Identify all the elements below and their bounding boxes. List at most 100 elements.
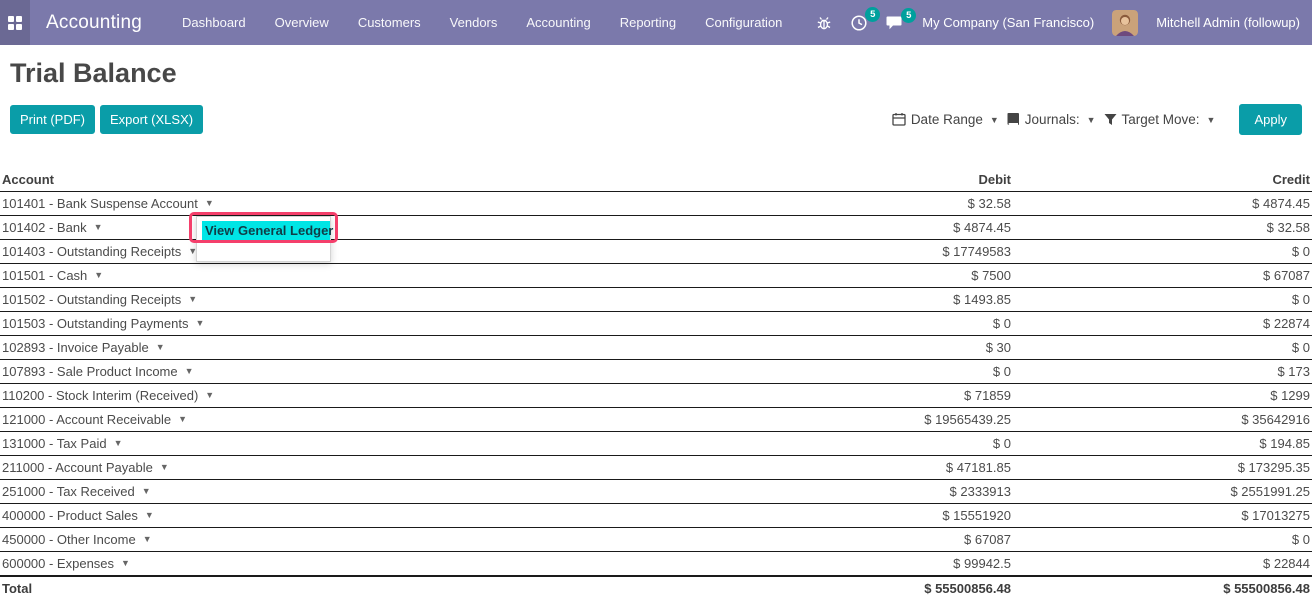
debug-bug-icon[interactable]	[816, 15, 832, 31]
journal-book-icon	[1007, 112, 1020, 126]
caret-down-icon: ▼	[159, 462, 169, 472]
table-row: 211000 - Account Payable ▼ $ 47181.85 $ …	[0, 455, 1312, 480]
table-row: 101502 - Outstanding Receipts ▼ $ 1493.8…	[0, 287, 1312, 312]
menu-item[interactable]: Overview	[275, 15, 329, 30]
account-dropdown-toggle[interactable]: 101503 - Outstanding Payments ▼	[2, 315, 204, 332]
credit-value: $ 22844	[1013, 551, 1312, 577]
activities-clock-icon[interactable]: 5	[850, 6, 881, 32]
account-name: 101502 - Outstanding Receipts	[2, 292, 182, 307]
table-row: 251000 - Tax Received ▼ $ 2333913 $ 2551…	[0, 479, 1312, 504]
debit-value: $ 0	[713, 431, 1013, 456]
credit-value: $ 173	[1013, 359, 1312, 384]
apply-button[interactable]: Apply	[1239, 103, 1302, 135]
total-label: Total	[0, 575, 713, 600]
debit-value: $ 71859	[713, 383, 1013, 408]
account-dropdown-toggle[interactable]: 101502 - Outstanding Receipts ▼	[2, 291, 197, 308]
credit-value: $ 17013275	[1013, 503, 1312, 528]
app-brand-title[interactable]: Accounting	[46, 12, 142, 34]
caret-down-icon: ▼	[184, 366, 194, 376]
account-dropdown-toggle[interactable]: 600000 - Expenses ▼	[2, 555, 130, 572]
caret-down-icon: ▼	[178, 414, 188, 424]
account-dropdown-toggle[interactable]: 131000 - Tax Paid ▼	[2, 435, 122, 452]
credit-value: $ 0	[1013, 239, 1312, 264]
debit-value: $ 67087	[713, 527, 1013, 552]
account-dropdown-toggle[interactable]: 211000 - Account Payable ▼	[2, 459, 169, 476]
table-row: 121000 - Account Receivable ▼ $ 19565439…	[0, 407, 1312, 432]
company-switcher[interactable]: My Company (San Francisco)	[922, 15, 1094, 30]
top-navbar: Accounting Dashboard Overview Customers Ven…	[0, 0, 1312, 45]
caret-down-icon: ▼	[142, 534, 152, 544]
menu-item[interactable]: Configuration	[705, 15, 782, 30]
debit-value: $ 15551920	[713, 503, 1013, 528]
account-name: 251000 - Tax Received	[2, 484, 135, 499]
debit-value: $ 32.58	[713, 191, 1013, 216]
caret-down-icon: ▼	[93, 222, 103, 232]
account-dropdown-toggle[interactable]: 101403 - Outstanding Receipts ▼	[2, 243, 197, 260]
navbar-right: 5 5 My Company (San Francisco) Mitchell …	[816, 6, 1312, 36]
account-name: 211000 - Account Payable	[2, 460, 153, 475]
chevron-down-icon: ▼	[1206, 115, 1216, 125]
credit-value: $ 0	[1013, 335, 1312, 360]
user-menu[interactable]: Mitchell Admin (followup)	[1156, 15, 1300, 30]
caret-down-icon: ▼	[113, 438, 123, 448]
view-general-ledger-item[interactable]: View General Ledger	[202, 221, 333, 241]
account-dropdown-toggle[interactable]: 101401 - Bank Suspense Account ▼	[2, 195, 214, 212]
menu-item[interactable]: Reporting	[620, 15, 676, 30]
credit-value: $ 67087	[1013, 263, 1312, 288]
account-name: 600000 - Expenses	[2, 556, 115, 571]
account-name: 102893 - Invoice Payable	[2, 340, 149, 355]
menu-item[interactable]: Dashboard	[182, 15, 246, 30]
menu-item[interactable]: Vendors	[450, 15, 498, 30]
credit-value: $ 32.58	[1013, 215, 1312, 240]
journals-filter[interactable]: Journals: ▼	[1007, 112, 1098, 127]
apps-menu-button[interactable]	[0, 0, 30, 45]
messages-chat-icon[interactable]: 5	[886, 7, 917, 31]
total-row: Total $ 55500856.48 $ 55500856.48	[0, 575, 1312, 600]
menu-item[interactable]: Accounting	[526, 15, 590, 30]
date-range-filter[interactable]: Date Range ▼	[892, 112, 1001, 127]
account-name: 101403 - Outstanding Receipts	[2, 244, 182, 259]
print-pdf-button[interactable]: Print (PDF)	[10, 104, 95, 134]
account-dropdown-toggle[interactable]: 251000 - Tax Received ▼	[2, 483, 151, 500]
account-name: 131000 - Tax Paid	[2, 436, 107, 451]
caret-down-icon: ▼	[121, 558, 130, 568]
total-credit: $ 55500856.48	[1013, 575, 1312, 600]
total-debit: $ 55500856.48	[713, 575, 1013, 600]
apps-grid-icon	[8, 15, 22, 30]
chevron-down-icon: ▼	[989, 115, 999, 125]
credit-value: $ 0	[1013, 287, 1312, 312]
target-move-filter[interactable]: Target Move: ▼	[1104, 112, 1218, 127]
account-name: 101501 - Cash	[2, 268, 88, 283]
funnel-filter-icon	[1104, 113, 1117, 126]
menu-item[interactable]: Customers	[358, 15, 421, 30]
account-dropdown-toggle[interactable]: 400000 - Product Sales ▼	[2, 507, 154, 524]
table-row: 400000 - Product Sales ▼ $ 15551920 $ 17…	[0, 503, 1312, 528]
account-name: 101401 - Bank Suspense Account	[2, 196, 198, 211]
debit-value: $ 4874.45	[713, 215, 1013, 240]
account-dropdown-toggle[interactable]: 107893 - Sale Product Income ▼	[2, 363, 194, 380]
message-count-badge: 5	[901, 7, 917, 23]
caret-down-icon: ▼	[141, 486, 151, 496]
export-xlsx-button[interactable]: Export (XLSX)	[100, 104, 204, 134]
chevron-down-icon: ▼	[1086, 115, 1096, 125]
account-dropdown-toggle[interactable]: 121000 - Account Receivable ▼	[2, 411, 187, 428]
account-dropdown-toggle[interactable]: 450000 - Other Income ▼	[2, 531, 152, 548]
caret-down-icon: ▼	[94, 270, 104, 280]
journals-label: Journals:	[1024, 111, 1080, 127]
account-dropdown-toggle[interactable]: 101501 - Cash ▼	[2, 267, 103, 284]
caret-down-icon: ▼	[144, 510, 154, 520]
debit-value: $ 19565439.25	[713, 407, 1013, 432]
user-avatar[interactable]	[1112, 9, 1139, 36]
debit-value: $ 0	[713, 359, 1013, 384]
report-filters: Date Range ▼ Journals: ▼ Target Move: ▼ …	[892, 103, 1302, 135]
table-row: 102893 - Invoice Payable ▼ $ 30 $ 0	[0, 335, 1312, 360]
account-actions-dropdown: View General Ledger	[196, 216, 333, 262]
table-row: 600000 - Expenses ▼ $ 99942.5 $ 22844	[0, 551, 1312, 577]
page-title: Trial Balance	[10, 58, 177, 88]
account-dropdown-toggle[interactable]: 110200 - Stock Interim (Received) ▼	[2, 387, 214, 404]
table-header-row: Account Debit Credit	[0, 170, 1312, 192]
credit-value: $ 22874	[1013, 311, 1312, 336]
account-dropdown-toggle[interactable]: 101402 - Bank ▼	[2, 219, 103, 236]
account-dropdown-toggle[interactable]: 102893 - Invoice Payable ▼	[2, 339, 165, 356]
credit-value: $ 1299	[1013, 383, 1312, 408]
